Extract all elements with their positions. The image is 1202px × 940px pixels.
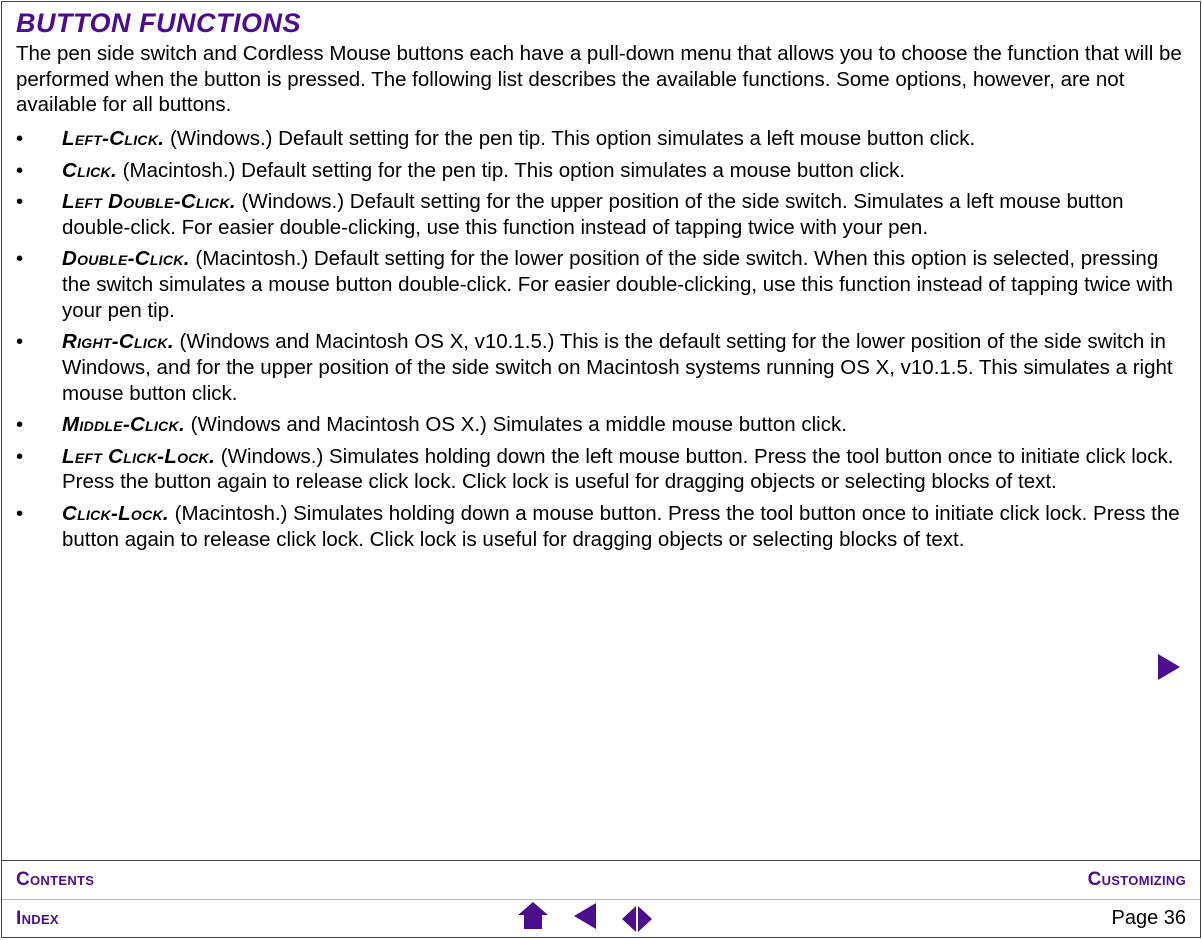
next-page-icon[interactable] [638,906,652,932]
footer-row-top: Contents Customizing [2,861,1200,899]
home-icon[interactable] [518,902,548,935]
back-arrow-icon[interactable] [574,903,596,934]
list-item: Click. (Macintosh.) Default setting for … [16,158,1186,184]
list-item: Double-Click. (Macintosh.) Default setti… [16,246,1186,323]
list-desc: (Windows.) Default setting for the pen t… [164,127,975,150]
contents-link[interactable]: Contents [16,869,94,891]
list-item: Right-Click. (Windows and Macintosh OS X… [16,329,1186,406]
intro-paragraph: The pen side switch and Cordless Mouse b… [16,41,1186,118]
list-term: Click. [62,159,117,182]
list-term: Left-Click. [62,127,164,150]
prev-next-split-icon[interactable] [622,906,652,932]
index-link[interactable]: Index [16,908,59,930]
next-page-arrow-icon[interactable] [1158,654,1180,680]
footer-row-bottom: Index Page 36 [2,899,1200,937]
list-item: Left Double-Click. (Windows.) Default se… [16,189,1186,240]
customizing-link[interactable]: Customizing [1088,869,1186,891]
list-term: Double-Click. [62,247,190,270]
list-item: Left Click-Lock. (Windows.) Simulates ho… [16,444,1186,495]
footer: Contents Customizing Index Page 36 [2,860,1200,937]
list-desc: (Macintosh.) Simulates holding down a mo… [62,502,1180,551]
prev-page-icon[interactable] [622,906,636,932]
document-page: BUTTON FUNCTIONS The pen side switch and… [1,1,1201,938]
list-term: Right-Click. [62,330,174,353]
function-list: Left-Click. (Windows.) Default setting f… [16,126,1186,552]
list-desc: (Windows and Macintosh OS X, v10.1.5.) T… [62,330,1173,404]
list-desc: (Windows and Macintosh OS X.) Simulates … [185,413,847,436]
list-term: Middle-Click. [62,413,185,436]
content-area: BUTTON FUNCTIONS The pen side switch and… [2,2,1200,860]
list-item: Click-Lock. (Macintosh.) Simulates holdi… [16,501,1186,552]
list-item: Left-Click. (Windows.) Default setting f… [16,126,1186,152]
list-desc: (Macintosh.) Default setting for the low… [62,247,1173,321]
nav-icons [518,902,652,935]
page-title: BUTTON FUNCTIONS [16,8,1186,39]
list-desc: (Windows.) Simulates holding down the le… [62,445,1173,494]
page-number: Page 36 [1112,907,1187,930]
list-term: Left Double-Click. [62,190,236,213]
list-term: Left Click-Lock. [62,445,215,468]
list-desc: (Macintosh.) Default setting for the pen… [117,159,905,182]
list-term: Click-Lock. [62,502,169,525]
list-item: Middle-Click. (Windows and Macintosh OS … [16,412,1186,438]
